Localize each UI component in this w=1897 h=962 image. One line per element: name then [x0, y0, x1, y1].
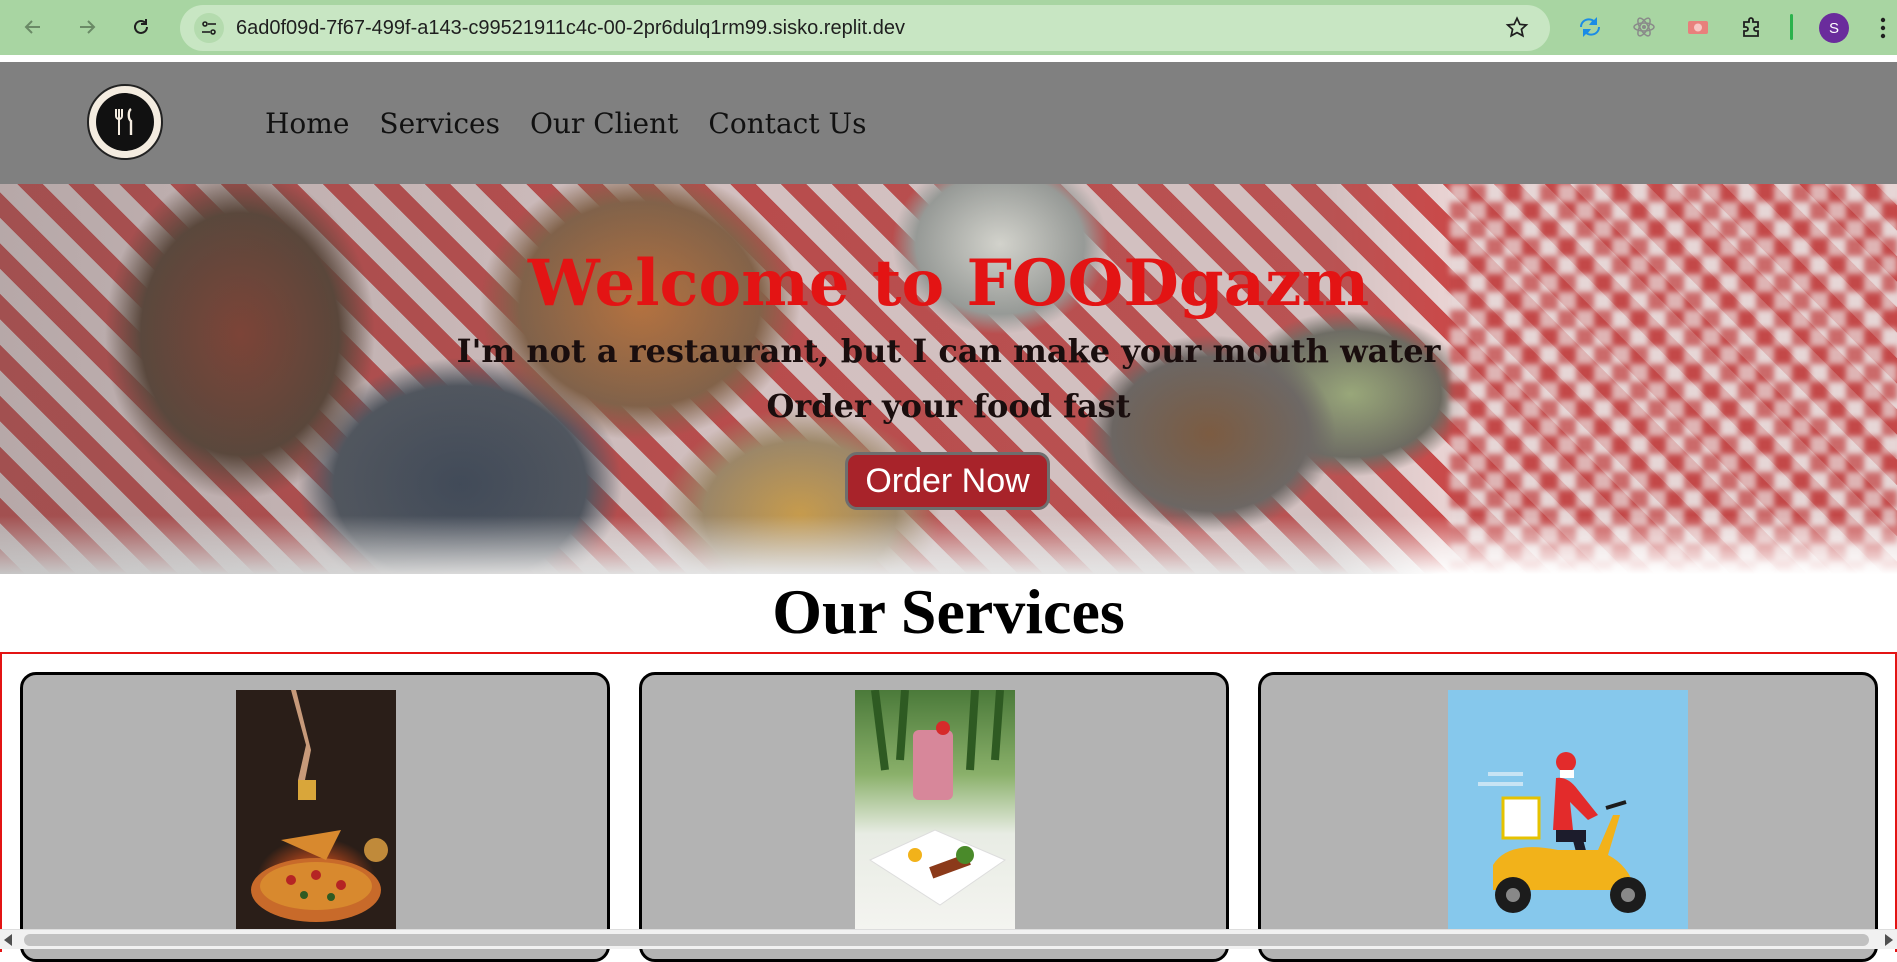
main-nav: Home Services Our Client Contact Us: [265, 62, 866, 184]
extension-camera-icon[interactable]: [1683, 12, 1713, 42]
services-container: [0, 652, 1897, 962]
services-heading: Our Services: [772, 576, 1125, 647]
horizontal-scrollbar[interactable]: [0, 929, 1897, 949]
site-header: Home Services Our Client Contact Us: [0, 62, 1897, 184]
forward-icon[interactable]: [72, 12, 102, 42]
service-card-breakfast[interactable]: [639, 672, 1229, 962]
nav-home[interactable]: Home: [265, 107, 349, 140]
reload-icon[interactable]: [126, 12, 156, 42]
extensions-puzzle-icon[interactable]: [1737, 12, 1767, 42]
menu-dots-icon[interactable]: [1878, 14, 1888, 42]
extension-react-icon[interactable]: [1629, 12, 1659, 42]
browser-toolbar: 6ad0f09d-7f67-499f-a143-c99521911c4c-00-…: [0, 0, 1897, 55]
hero-tagline: Order your food fast: [766, 387, 1131, 425]
service-card-delivery[interactable]: [1258, 672, 1878, 962]
scroll-right-arrow-icon[interactable]: [1885, 934, 1893, 946]
scooter-delivery-illustration: [1448, 690, 1688, 930]
hero-section: Welcome to FOODgazm I'm not a restaurant…: [0, 184, 1897, 574]
restaurant-logo[interactable]: [87, 84, 163, 160]
hero-subtitle: I'm not a restaurant, but I can make you…: [456, 332, 1441, 370]
address-bar[interactable]: 6ad0f09d-7f67-499f-a143-c99521911c4c-00-…: [180, 5, 1550, 51]
fork-knife-icon: [96, 93, 154, 151]
profile-avatar[interactable]: S: [1819, 13, 1849, 43]
scroll-left-arrow-icon[interactable]: [4, 934, 12, 946]
site-info-icon[interactable]: [194, 13, 224, 43]
pizza-photo: [236, 690, 396, 930]
service-card-pizza[interactable]: [20, 672, 610, 962]
extension-sync-icon[interactable]: [1575, 12, 1605, 42]
hero-title: Welcome to FOODgazm: [527, 246, 1370, 321]
scrollbar-thumb[interactable]: [24, 934, 1869, 946]
breakfast-smoothie-photo: [855, 690, 1015, 930]
hero-content: Welcome to FOODgazm I'm not a restaurant…: [0, 184, 1897, 574]
bookmark-star-icon[interactable]: [1504, 15, 1530, 45]
nav-our-client[interactable]: Our Client: [530, 107, 678, 140]
url-text[interactable]: 6ad0f09d-7f67-499f-a143-c99521911c4c-00-…: [236, 5, 905, 51]
nav-services[interactable]: Services: [379, 107, 500, 140]
order-now-button[interactable]: Order Now: [845, 452, 1050, 510]
nav-contact-us[interactable]: Contact Us: [708, 107, 866, 140]
toolbar-divider: [1790, 14, 1793, 40]
back-icon[interactable]: [18, 12, 48, 42]
